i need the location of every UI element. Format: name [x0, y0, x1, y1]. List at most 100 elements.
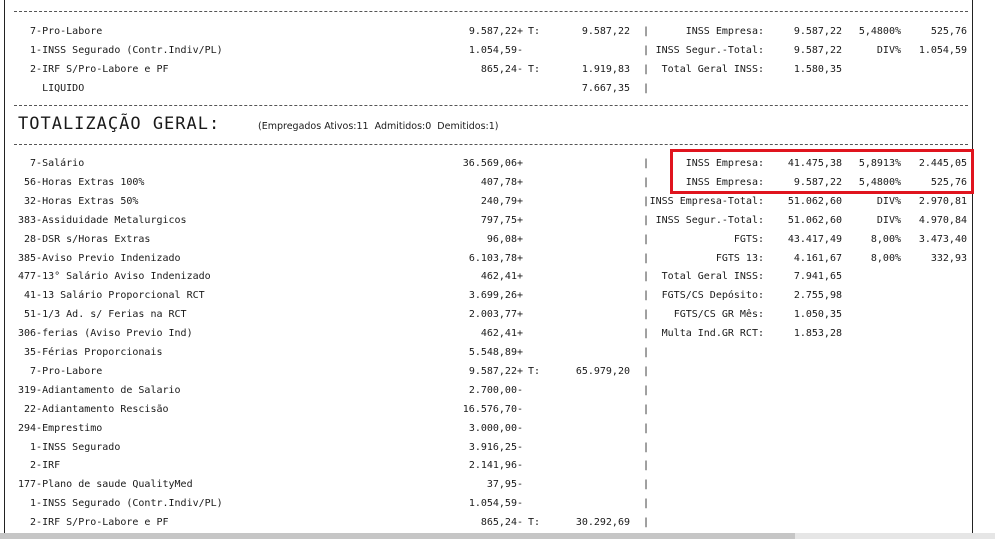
summary-label: FGTS: [733, 233, 764, 245]
row-label: 35-Férias Proporcionais [18, 347, 163, 358]
summary-value: 9.587,22 [793, 26, 842, 37]
row-value: 865,24- [480, 64, 523, 75]
summary-percent: 8,00% [870, 252, 901, 264]
summary-label: INSS Empresa-Total: [649, 195, 764, 207]
row-total-marker: T: [528, 26, 541, 37]
row-value: 1.054,59- [468, 45, 523, 56]
row-value: 797,75+ [480, 214, 523, 226]
row-label: 1-INSS Segurado [18, 441, 121, 453]
row-value: 865,24- [480, 517, 523, 529]
row-total: 9.587,22 [581, 26, 630, 37]
summary-label: FGTS 13: [715, 252, 764, 264]
summary-total: 1.054,59 [918, 45, 967, 56]
row-value: 6.103,78+ [468, 252, 523, 264]
row-label: 56-Horas Extras 100% [18, 176, 145, 188]
row-total-marker: T: [528, 365, 541, 377]
summary-label: FGTS/CS GR Mês: [673, 309, 764, 321]
column-divider: | [642, 441, 650, 453]
column-divider: | [642, 517, 650, 529]
left-border [4, 0, 5, 539]
row-label: 7-Salário [18, 158, 85, 169]
separator-top [14, 11, 968, 12]
summary-label: FGTS/CS Depósito: [661, 290, 764, 302]
summary-value: 51.062,60 [787, 195, 842, 207]
summary-value: 1.050,35 [793, 309, 842, 321]
row-label: 7-Pro-Labore [18, 26, 103, 37]
row-value: 1.054,59- [468, 498, 523, 510]
summary-label: INSS Empresa: [685, 26, 764, 37]
row-label: 2-IRF S/Pro-Labore e PF [18, 517, 169, 529]
row-total-marker: T: [528, 64, 541, 75]
row-label: 41-13 Salário Proporcional RCT [18, 290, 205, 302]
row-value: 2.141,96- [468, 460, 523, 472]
summary-value: 2.755,98 [793, 290, 842, 302]
summary-total: 3.473,40 [918, 233, 967, 245]
row-value: 5.548,89+ [468, 347, 523, 358]
summary-label: Total Geral INSS: [661, 64, 764, 75]
summary-label: Total Geral INSS: [661, 271, 764, 283]
row-label: 1-INSS Segurado (Contr.Indiv/PL) [18, 45, 223, 56]
summary-label: INSS Segur.-Total: [655, 214, 764, 226]
row-value: 2.700,00- [468, 384, 523, 396]
row-value: 407,78+ [480, 176, 523, 188]
row-label: LIQUIDO [18, 83, 85, 94]
row-label: 294-Emprestimo [18, 422, 103, 434]
row-label: 319-Adiantamento de Salario [18, 384, 181, 396]
row-label: 306-ferias (Aviso Previo Ind) [18, 328, 193, 340]
summary-label: INSS Segur.-Total: [655, 45, 764, 56]
row-total: 65.979,20 [575, 365, 630, 377]
row-total: 30.292,69 [575, 517, 630, 529]
row-total: 1.919,83 [581, 64, 630, 75]
row-label: 477-13° Salário Aviso Indenizado [18, 271, 211, 283]
row-value: 16.576,70- [462, 403, 523, 415]
section-title: TOTALIZAÇÃO GERAL: [18, 114, 221, 134]
column-divider: | [642, 498, 650, 510]
summary-value: 1.853,28 [793, 328, 842, 340]
row-total-marker: T: [528, 517, 541, 529]
summary-percent: 5,4800% [858, 26, 901, 37]
summary-percent: DIV% [876, 195, 901, 207]
summary-value: 4.161,67 [793, 252, 842, 264]
section-subtitle: (Empregados Ativos:11 Admitidos:0 Demiti… [258, 121, 499, 132]
row-label: 2-IRF S/Pro-Labore e PF [18, 64, 169, 75]
row-value: 462,41+ [480, 328, 523, 340]
summary-value: 51.062,60 [787, 214, 842, 226]
summary-value: 7.941,65 [793, 271, 842, 283]
row-label: 383-Assiduidade Metalurgicos [18, 214, 187, 226]
row-label: 51-1/3 Ad. s/ Ferias na RCT [18, 309, 187, 321]
summary-percent: 8,00% [870, 233, 901, 245]
row-label: 7-Pro-Labore [18, 365, 103, 377]
summary-total: 332,93 [930, 252, 967, 264]
column-divider: | [642, 460, 650, 472]
row-value: 3.000,00- [468, 422, 523, 434]
row-value: 9.587,22+ [468, 26, 523, 37]
column-divider: | [642, 384, 650, 396]
row-value: 3.699,26+ [468, 290, 523, 302]
summary-total: 525,76 [930, 26, 967, 37]
summary-label: Multa Ind.GR RCT: [661, 328, 764, 340]
scrollbar-thumb[interactable] [0, 533, 795, 539]
summary-value: 1.580,35 [793, 64, 842, 75]
row-value: 2.003,77+ [468, 309, 523, 321]
highlight-box [670, 149, 974, 194]
column-divider: | [642, 479, 650, 491]
row-value: 37,95- [486, 479, 523, 491]
row-label: 32-Horas Extras 50% [18, 195, 139, 207]
column-divider: | [642, 365, 650, 377]
summary-percent: DIV% [876, 214, 901, 226]
row-value: 240,79+ [480, 195, 523, 207]
summary-value: 9.587,22 [793, 45, 842, 56]
separator-main [14, 144, 968, 145]
row-value: 3.916,25- [468, 441, 523, 453]
row-label: 177-Plano de saude QualityMed [18, 479, 193, 491]
summary-total: 4.970,84 [918, 214, 967, 226]
row-label: 385-Aviso Previo Indenizado [18, 252, 181, 264]
column-divider: | [642, 347, 650, 358]
row-value: 96,08+ [486, 233, 523, 245]
row-label: 1-INSS Segurado (Contr.Indiv/PL) [18, 498, 223, 510]
column-divider: | [642, 403, 650, 415]
row-value: 462,41+ [480, 271, 523, 283]
separator-mid [14, 105, 968, 106]
row-value: 36.569,06+ [462, 158, 523, 169]
right-border [972, 0, 973, 539]
